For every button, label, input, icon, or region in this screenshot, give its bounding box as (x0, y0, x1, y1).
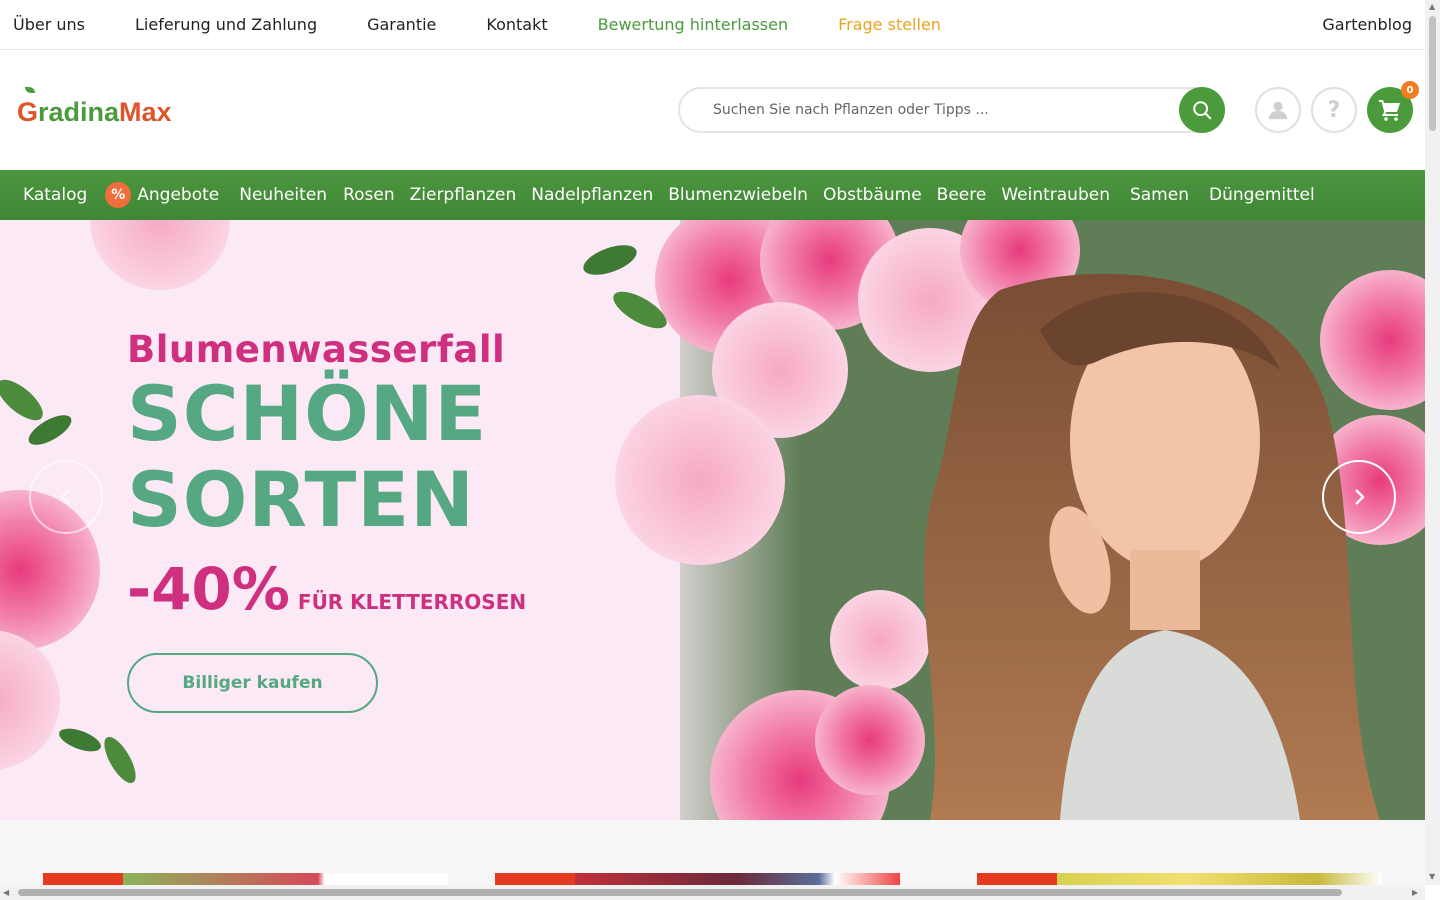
top-links-bar: Über uns Lieferung und Zahlung Garantie … (0, 0, 1425, 50)
search-input[interactable] (713, 89, 1173, 131)
search-icon (1193, 101, 1212, 120)
site-header: GradinaMax ? 0 (0, 50, 1425, 170)
nav-item-label: Obstbäume (822, 185, 922, 205)
nav-item-label: Rosen (343, 185, 395, 205)
nav-item-label: Blumenzwiebeln (668, 185, 808, 205)
nav-item-label: Neuheiten (239, 185, 328, 205)
nav-item-label: Beere (936, 185, 987, 205)
nav-item-grapes[interactable]: Weintrauben (1001, 185, 1110, 205)
cart-count-badge: 0 (1401, 81, 1419, 99)
horizontal-scroll-thumb[interactable] (18, 889, 1342, 896)
hero-discount-row: -40% FÜR KLETTERROSEN (127, 555, 526, 623)
nav-item-label: Düngemittel (1208, 185, 1315, 205)
hero-banner[interactable]: Blumenwasserfall SCHÖNE SORTEN -40% FÜR … (0, 220, 1425, 820)
hero-discount-note: FÜR KLETTERROSEN (297, 590, 527, 614)
logo[interactable]: Gradina Max (17, 87, 172, 128)
percent-icon: % (105, 182, 132, 208)
slider-next-button[interactable] (1322, 460, 1396, 534)
scroll-right-icon[interactable]: ▶ (1412, 888, 1418, 897)
nav-item-label: Weintrauben (1001, 185, 1110, 205)
nav-item-bulbs[interactable]: Blumenzwiebeln (668, 185, 808, 205)
nav-item-fruit-trees[interactable]: Obstbäume (823, 185, 922, 205)
help-button[interactable]: ? (1311, 87, 1357, 133)
cart-button[interactable]: 0 (1367, 81, 1419, 133)
nav-item-ornamental[interactable]: Zierpflanzen (410, 185, 517, 205)
nav-item-offers[interactable]: % Angebote (105, 182, 219, 208)
scroll-down-icon[interactable]: ▼ (1429, 872, 1435, 881)
question-icon: ? (1327, 97, 1341, 123)
hero-text: Blumenwasserfall SCHÖNE SORTEN -40% FÜR … (127, 328, 526, 623)
category-nav: Katalog % Angebote Neuheiten Rosen Zierpf… (0, 170, 1425, 220)
nav-item-label: Angebote (137, 185, 220, 205)
nav-item-conifers[interactable]: Nadelpflanzen (531, 185, 653, 205)
scroll-up-icon[interactable]: ▲ (1429, 2, 1435, 11)
logo-letter-g: G (17, 87, 39, 128)
logo-g-text: G (17, 97, 39, 127)
account-button[interactable] (1255, 87, 1301, 133)
page: Über uns Lieferung und Zahlung Garantie … (0, 0, 1440, 900)
buy-cheaper-button[interactable]: Billiger kaufen (127, 653, 378, 713)
hero-discount: -40% (127, 555, 290, 623)
cart-icon (1379, 100, 1400, 121)
nav-item-label: Zierpflanzen (409, 185, 517, 205)
link-leave-review[interactable]: Bewertung hinterlassen (598, 15, 788, 34)
hero-headline-2: SORTEN (127, 455, 475, 544)
nav-item-catalog[interactable]: Katalog (23, 185, 87, 205)
link-ask-question[interactable]: Frage stellen (838, 15, 941, 34)
user-icon (1268, 101, 1288, 120)
search-bar (678, 87, 1225, 133)
horizontal-scrollbar[interactable]: ◀ ▶ (0, 885, 1425, 900)
vertical-scrollbar[interactable]: ▲ ▼ (1425, 0, 1440, 885)
link-contact[interactable]: Kontakt (486, 15, 547, 34)
nav-item-label: Nadelpflanzen (531, 185, 654, 205)
nav-item-label: Samen (1129, 185, 1189, 205)
search-button[interactable] (1179, 87, 1225, 133)
logo-text-green: radina (38, 97, 120, 127)
slider-prev-button[interactable] (29, 460, 103, 534)
nav-item-fertilizer[interactable]: Düngemittel (1209, 185, 1315, 205)
chevron-left-icon (60, 489, 70, 505)
nav-item-label: Katalog (23, 185, 88, 205)
nav-item-new[interactable]: Neuheiten (239, 185, 327, 205)
logo-text-orange: Max (119, 97, 172, 127)
chevron-right-icon (1355, 489, 1365, 505)
hero-headline-1: SCHÖNE (127, 369, 488, 458)
nav-item-roses[interactable]: Rosen (343, 185, 395, 205)
hero-tagline: Blumenwasserfall (127, 328, 506, 371)
nav-item-berries[interactable]: Beere (937, 185, 987, 205)
link-delivery-payment[interactable]: Lieferung und Zahlung (135, 15, 317, 34)
link-warranty[interactable]: Garantie (367, 15, 436, 34)
link-garden-blog[interactable]: Gartenblog (1322, 15, 1412, 34)
leaf-icon (25, 87, 35, 93)
scroll-left-icon[interactable]: ◀ (3, 888, 9, 897)
vertical-scroll-thumb[interactable] (1429, 16, 1436, 131)
nav-item-seeds[interactable]: Samen (1130, 185, 1189, 205)
link-about[interactable]: Über uns (13, 15, 85, 34)
